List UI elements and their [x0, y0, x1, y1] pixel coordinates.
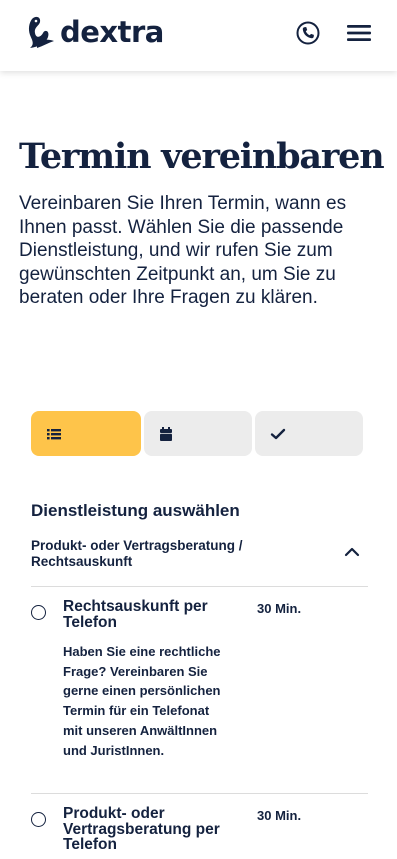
service-duration: 30 Min. — [257, 601, 302, 616]
service-radio[interactable] — [31, 812, 46, 827]
step-confirm[interactable] — [255, 411, 363, 456]
dextra-logo[interactable]: dextra — [26, 15, 164, 49]
booking-steps — [31, 411, 363, 456]
site-header: dextra — [0, 0, 397, 71]
chevron-up-icon — [344, 547, 360, 557]
category-accordion[interactable]: Produkt- oder Vertragsberatung / Rechtsa… — [31, 538, 368, 587]
category-label: Produkt- oder Vertragsberatung / Rechtsa… — [31, 538, 243, 569]
step-service[interactable] — [31, 411, 141, 456]
phone-button[interactable] — [294, 19, 322, 47]
service-name: Produkt- oder Vertragsberatung per Telef… — [63, 805, 220, 853]
service-option: Produkt- oder Vertragsberatung per Telef… — [31, 806, 368, 859]
service-description: Haben Sie eine rechtliche Frage? Vereinb… — [63, 644, 221, 758]
intro-text: Vereinbaren Sie Ihren Termin, wann es Ih… — [19, 193, 347, 309]
service-duration: 30 Min. — [257, 808, 302, 823]
brand-name: dextra — [60, 14, 164, 49]
service-radio[interactable] — [31, 605, 46, 620]
hamburger-menu-icon — [347, 25, 371, 41]
page-title: Termin vereinbaren — [19, 136, 385, 177]
dextra-bird-logo-icon — [28, 16, 54, 48]
calendar-icon — [160, 426, 172, 441]
menu-button[interactable] — [345, 20, 373, 46]
service-option: Rechtsauskunft per Telefon 30 Min. Haben… — [31, 599, 368, 794]
section-title: Dienstleistung auswählen — [31, 501, 240, 520]
checkmark-icon — [270, 428, 286, 439]
phone-icon — [296, 21, 320, 45]
list-icon — [47, 428, 61, 439]
service-name: Rechtsauskunft per Telefon — [63, 598, 208, 631]
step-date[interactable] — [144, 411, 252, 456]
